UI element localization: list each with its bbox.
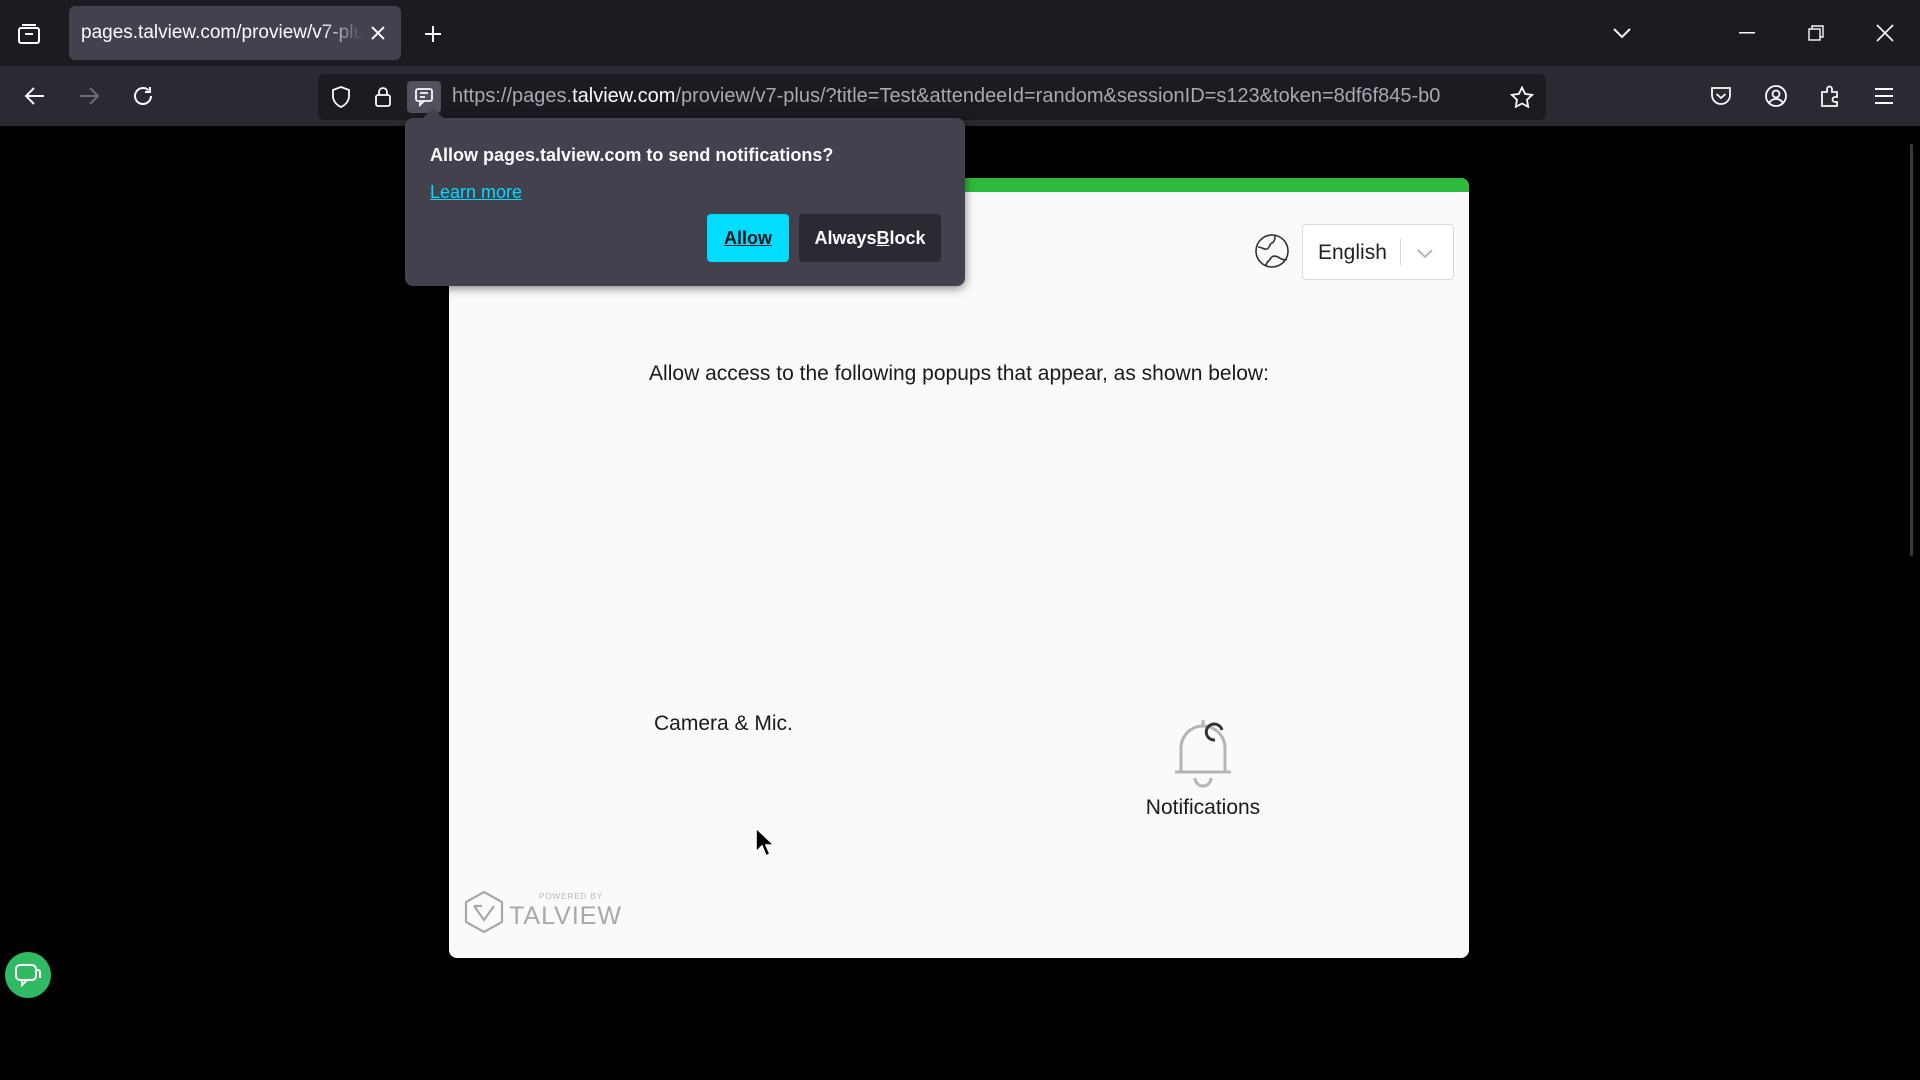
tab-title: pages.talview.com/proview/v7-plus/?title… <box>81 22 363 43</box>
lock-icon[interactable] <box>366 81 400 113</box>
talview-hex-icon <box>464 890 504 934</box>
bell-icon <box>1175 720 1231 788</box>
url-path: /proview/v7-plus/?title=Test&attendeeId=… <box>675 85 1441 107</box>
extensions-icon[interactable] <box>1810 76 1850 116</box>
popup-message: Allow pages.talview.com to send notifica… <box>430 145 834 165</box>
browser-tab-bar: pages.talview.com/proview/v7-plus/?title… <box>0 0 1920 66</box>
language-value: English <box>1318 241 1387 264</box>
mouse-cursor-icon <box>755 826 776 858</box>
block-label-post: lock <box>889 227 926 248</box>
scrollbar[interactable] <box>1910 144 1913 556</box>
always-block-button[interactable]: Always Block <box>799 214 941 262</box>
learn-more-link[interactable]: Learn more <box>430 182 522 203</box>
camera-mic-label: Camera & Mic. <box>654 712 793 735</box>
setup-card: English Allow access to the following po… <box>449 178 1469 958</box>
shield-icon[interactable] <box>324 81 358 113</box>
account-icon[interactable] <box>1756 76 1796 116</box>
arrow-left-icon[interactable] <box>15 76 55 116</box>
browser-nav-bar: https://pages.talview.com/proview/v7-plu… <box>0 66 1920 126</box>
instruction-text: Allow access to the following popups tha… <box>649 362 1269 385</box>
chat-support-button[interactable] <box>5 952 51 998</box>
brand-powered-by: POWERED BY <box>539 892 604 901</box>
close-window-icon[interactable] <box>1861 10 1909 56</box>
restore-icon[interactable] <box>1792 10 1840 56</box>
select-divider <box>1400 239 1401 265</box>
allow-button[interactable]: Allow <box>707 214 789 262</box>
reload-icon[interactable] <box>123 76 163 116</box>
brand-name: TALVIEW <box>509 902 623 930</box>
talview-logo: POWERED BY TALVIEW <box>463 890 621 938</box>
popup-arrow <box>423 108 443 118</box>
chevron-down-icon[interactable] <box>1598 10 1646 56</box>
language-select[interactable]: English <box>1302 224 1454 280</box>
url-host: talview.com <box>572 85 676 107</box>
minimize-icon[interactable] <box>1723 10 1771 56</box>
menu-icon[interactable] <box>1864 76 1904 116</box>
chat-icon <box>15 964 41 988</box>
active-tab[interactable]: pages.talview.com/proview/v7-plus/?title… <box>69 6 401 60</box>
block-label-pre: Always <box>814 227 877 248</box>
arrow-right-icon[interactable] <box>69 76 109 116</box>
notifications-label: Notifications <box>1145 796 1261 819</box>
bookmark-star-icon[interactable] <box>1505 81 1539 113</box>
block-label-accesskey: B <box>876 227 890 248</box>
url-prefix: https://pages. <box>452 85 573 107</box>
notification-permission-popup: Allow pages.talview.com to send notifica… <box>405 108 965 286</box>
chevron-down-icon[interactable] <box>1413 241 1437 265</box>
close-icon[interactable] <box>365 20 391 46</box>
tab-list-icon[interactable] <box>13 14 45 54</box>
plus-icon[interactable] <box>417 14 449 54</box>
url-bar[interactable]: https://pages.talview.com/proview/v7-plu… <box>318 74 1546 120</box>
url-text[interactable]: https://pages.talview.com/proview/v7-plu… <box>452 85 1496 108</box>
pocket-icon[interactable] <box>1701 76 1741 116</box>
globe-icon <box>1255 234 1289 268</box>
